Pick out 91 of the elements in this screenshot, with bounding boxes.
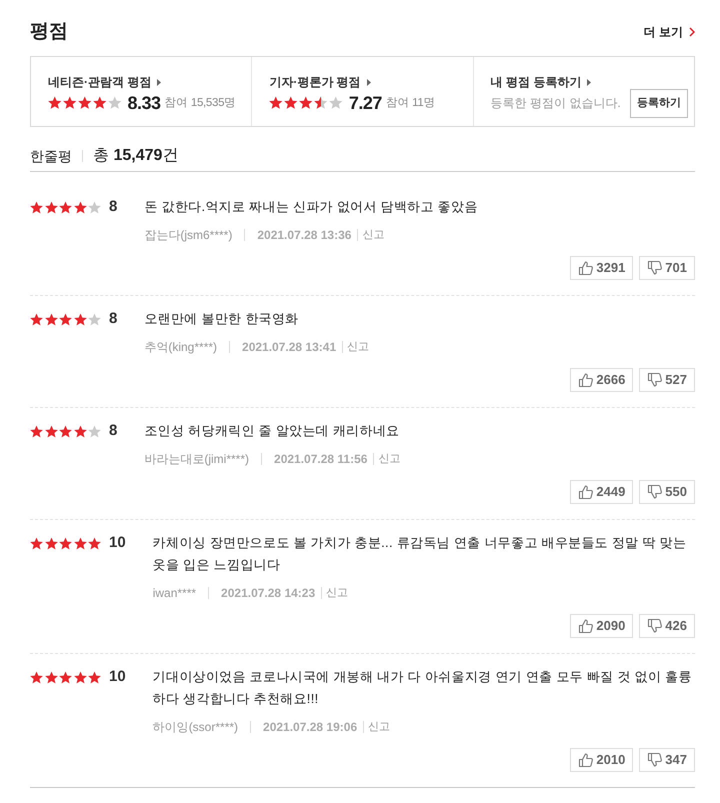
review-author: 바라는대로(jimi****): [144, 451, 250, 468]
average-score: 8.33: [128, 92, 161, 116]
like-button[interactable]: 2010: [570, 748, 634, 772]
dislike-button[interactable]: 550: [639, 480, 695, 504]
star-icon: [30, 670, 43, 684]
thumbs-down-icon: [647, 484, 664, 500]
star-icon: [269, 96, 283, 110]
star-icon: [59, 312, 72, 326]
review-score: 8: [109, 421, 118, 442]
star-icon: [74, 312, 86, 326]
thumbs-up-icon: [578, 260, 594, 276]
review-score: 8: [109, 197, 118, 218]
review-text: 조인성 허당캐릭인 줄 알았는데 캐리하네요: [144, 422, 400, 440]
section-title: 평점: [30, 20, 68, 44]
review-score: 10: [109, 533, 126, 554]
star-icon: [74, 200, 86, 214]
thumbs-up-icon: [578, 752, 594, 768]
like-button[interactable]: 2449: [570, 480, 634, 504]
review-author: 잡는다(jsm6****): [144, 227, 232, 244]
star-icon: [44, 670, 58, 684]
review-author: 하이잉(ssor****): [152, 719, 238, 736]
star-icon: [44, 424, 58, 438]
review-text: 카체이싱 장면만으로도 볼 가치가 충분... 류감독님 연출 너무좋고 배우분들도 정말 딱 맞는 옷을 입은 느낌입니다: [152, 534, 688, 574]
star-icon: [59, 670, 72, 684]
reviews-title: 한줄평: [30, 147, 72, 166]
average-score: 7.27: [348, 92, 382, 116]
review-date: 2021.07.28 14:23: [221, 585, 316, 602]
star-icon: [88, 536, 101, 550]
participant-count: 참여 15,535명: [164, 96, 236, 112]
chevron-right-icon: [689, 27, 695, 37]
thumbs-down-icon: [647, 372, 664, 388]
thumbs-up-icon: [578, 372, 594, 388]
star-icon: [30, 536, 43, 550]
thumbs-down-icon: [647, 618, 664, 634]
half-star-icon: [314, 96, 328, 110]
caret-icon: [587, 78, 592, 86]
star-icon: [299, 96, 313, 110]
rating-link[interactable]: 내 평점 등록하기: [490, 73, 592, 91]
star-icon: [30, 312, 43, 326]
caret-icon: [157, 78, 162, 86]
caret-icon: [366, 78, 371, 86]
star-icon: [88, 670, 101, 684]
review-date: 2021.07.28 11:56: [274, 451, 368, 468]
empty-star-icon: [88, 424, 101, 438]
review-text: 기대이상이었음 코로나시국에 개봉해 내가 다 아쉬울지경 연기 연출 모두 빠질 것 없이 훌륭하다 생각합니다 추천해요!!!: [152, 668, 693, 708]
star-icon: [74, 424, 86, 438]
participant-count: 참여 11명: [386, 96, 436, 112]
star-icon: [74, 536, 86, 550]
thumbs-down-icon: [647, 260, 664, 276]
dislike-button[interactable]: 426: [639, 614, 695, 638]
star-icon: [59, 424, 72, 438]
review-score: 10: [109, 667, 126, 688]
like-button[interactable]: 2090: [570, 614, 634, 638]
star-icon: [44, 200, 58, 214]
review-date: 2021.07.28 19:06: [263, 719, 358, 736]
star-icon: [78, 96, 92, 110]
star-icon: [44, 536, 58, 550]
review-total: 총 15,479건: [93, 146, 178, 166]
rating-link[interactable]: 네티즌·관람객 평점: [48, 73, 162, 91]
review-text: 돈 값한다.억지로 짜내는 신파가 없어서 담백하고 좋았음: [144, 198, 479, 216]
empty-star-icon: [88, 200, 101, 214]
review-score: 8: [109, 309, 118, 330]
star-icon: [93, 96, 106, 110]
star-icon: [59, 200, 72, 214]
review-author: 추억(king****): [144, 339, 218, 356]
star-icon: [63, 96, 76, 110]
review-text: 오랜만에 볼만한 한국영화: [144, 310, 300, 328]
star-icon: [59, 536, 72, 550]
review-author: iwan****: [152, 585, 196, 602]
empty-star-icon: [108, 96, 122, 110]
review-date: 2021.07.28 13:36: [257, 227, 352, 244]
register-button[interactable]: 등록하기: [630, 89, 688, 118]
star-icon: [44, 312, 58, 326]
empty-rating-message: 등록한 평점이 없습니다.: [490, 95, 621, 112]
like-button[interactable]: 2666: [570, 368, 634, 392]
more-link[interactable]: 더 보기: [644, 23, 695, 41]
review-date: 2021.07.28 13:41: [242, 339, 336, 356]
thumbs-up-icon: [578, 484, 594, 500]
thumbs-down-icon: [647, 752, 664, 768]
empty-star-icon: [88, 312, 101, 326]
thumbs-up-icon: [578, 618, 594, 634]
dislike-button[interactable]: 527: [639, 368, 695, 392]
dislike-button[interactable]: 701: [639, 256, 695, 280]
rating-link[interactable]: 기자·평론가 평점: [269, 73, 371, 91]
like-button[interactable]: 3291: [570, 256, 634, 280]
star-icon: [284, 96, 298, 110]
star-icon: [48, 96, 62, 110]
star-icon: [30, 424, 43, 438]
dislike-button[interactable]: 347: [639, 748, 695, 772]
star-icon: [74, 670, 86, 684]
star-icon: [30, 200, 43, 214]
